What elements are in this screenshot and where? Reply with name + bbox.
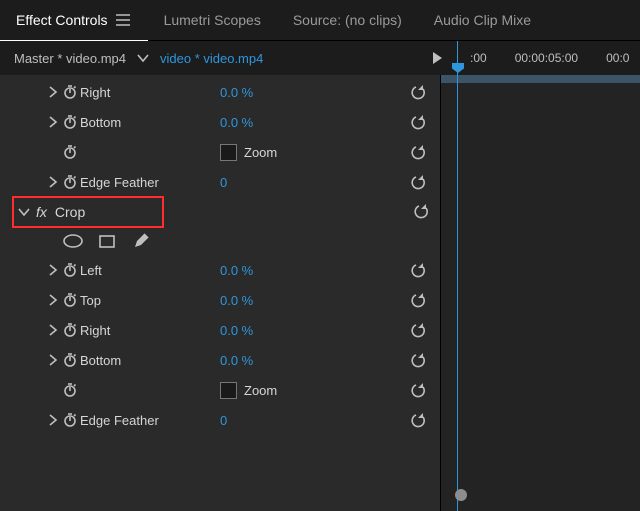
param-name: Bottom bbox=[80, 115, 121, 130]
chevron-right-icon[interactable] bbox=[46, 323, 60, 337]
tab-source[interactable]: Source: (no clips) bbox=[277, 0, 418, 40]
chevron-right-icon[interactable] bbox=[46, 115, 60, 129]
reset-icon[interactable] bbox=[408, 382, 430, 398]
fx-badge-icon: fx bbox=[36, 204, 47, 220]
tab-effect-controls[interactable]: Effect Controls bbox=[0, 0, 148, 42]
stopwatch-icon[interactable] bbox=[60, 322, 80, 338]
mask-shape-row bbox=[0, 227, 440, 255]
param-row-bottom: Bottom 0.0 % bbox=[0, 345, 440, 375]
stopwatch-icon[interactable] bbox=[60, 174, 80, 190]
param-row-left: Left 0.0 % bbox=[0, 255, 440, 285]
panel-tab-bar: Effect Controls Lumetri Scopes Source: (… bbox=[0, 0, 640, 41]
reset-icon[interactable] bbox=[408, 174, 430, 190]
reset-icon[interactable] bbox=[408, 262, 430, 278]
timeline-zoom-knob[interactable] bbox=[455, 489, 467, 501]
param-row-zoom: Zoom bbox=[0, 137, 440, 167]
tab-label: Audio Clip Mixe bbox=[434, 12, 531, 28]
tab-lumetri-scopes[interactable]: Lumetri Scopes bbox=[148, 0, 277, 40]
chevron-right-icon[interactable] bbox=[46, 85, 60, 99]
tab-audio-clip-mixer[interactable]: Audio Clip Mixe bbox=[418, 0, 547, 40]
chevron-right-icon[interactable] bbox=[46, 353, 60, 367]
param-value[interactable]: 0.0 % bbox=[220, 323, 253, 338]
reset-icon[interactable] bbox=[408, 412, 430, 428]
zoom-checkbox[interactable] bbox=[220, 382, 237, 399]
reset-icon[interactable] bbox=[408, 292, 430, 308]
time-tick: :00 bbox=[470, 51, 487, 65]
chevron-right-icon[interactable] bbox=[46, 175, 60, 189]
zoom-checkbox[interactable] bbox=[220, 144, 237, 161]
stopwatch-icon[interactable] bbox=[60, 114, 80, 130]
main-split: Right 0.0 % Bottom 0.0 % Zoom bbox=[0, 75, 640, 511]
rectangle-mask-icon[interactable] bbox=[96, 232, 118, 250]
param-row-edge-feather: Edge Feather 0 bbox=[0, 167, 440, 197]
reset-icon[interactable] bbox=[408, 144, 430, 160]
master-clip-label: Master * video.mp4 bbox=[14, 51, 126, 66]
timeline-clip-zone bbox=[441, 75, 640, 83]
param-name: Edge Feather bbox=[80, 413, 159, 428]
time-tick: 00:00:05:00 bbox=[515, 51, 578, 65]
reset-icon[interactable] bbox=[408, 84, 430, 100]
timeline-ruler[interactable]: :00 00:00:05:00 00:0 bbox=[454, 51, 640, 65]
time-tick: 00:0 bbox=[606, 51, 629, 65]
tab-label: Lumetri Scopes bbox=[164, 12, 261, 28]
param-value[interactable]: 0.0 % bbox=[220, 85, 253, 100]
reset-icon[interactable] bbox=[414, 203, 430, 222]
playhead[interactable] bbox=[457, 41, 458, 511]
param-row-edge-feather: Edge Feather 0 bbox=[0, 405, 440, 435]
stopwatch-icon[interactable] bbox=[60, 262, 80, 278]
param-name: Left bbox=[80, 263, 102, 278]
param-value[interactable]: 0.0 % bbox=[220, 353, 253, 368]
param-value[interactable]: 0 bbox=[220, 413, 227, 428]
stopwatch-icon[interactable] bbox=[60, 292, 80, 308]
param-name: Right bbox=[80, 323, 110, 338]
ellipse-mask-icon[interactable] bbox=[62, 232, 84, 250]
play-icon[interactable] bbox=[430, 50, 444, 66]
param-name: Edge Feather bbox=[80, 175, 159, 190]
reset-icon[interactable] bbox=[408, 322, 430, 338]
effect-controls-panel: Effect Controls Lumetri Scopes Source: (… bbox=[0, 0, 640, 511]
reset-icon[interactable] bbox=[408, 114, 430, 130]
zoom-label: Zoom bbox=[244, 145, 277, 160]
param-row-bottom: Bottom 0.0 % bbox=[0, 107, 440, 137]
zoom-label: Zoom bbox=[244, 383, 277, 398]
effect-section-crop[interactable]: fx Crop bbox=[0, 197, 440, 227]
panel-menu-icon[interactable] bbox=[114, 13, 132, 27]
stopwatch-icon[interactable] bbox=[60, 144, 80, 160]
tab-label: Source: (no clips) bbox=[293, 12, 402, 28]
parameters-column: Right 0.0 % Bottom 0.0 % Zoom bbox=[0, 75, 440, 511]
clip-header-row: Master * video.mp4 video * video.mp4 :00… bbox=[0, 41, 640, 75]
param-value[interactable]: 0.0 % bbox=[220, 293, 253, 308]
stopwatch-icon[interactable] bbox=[60, 352, 80, 368]
tab-label: Effect Controls bbox=[16, 12, 108, 28]
clip-name-link[interactable]: video * video.mp4 bbox=[160, 51, 263, 66]
chevron-right-icon[interactable] bbox=[46, 413, 60, 427]
param-value[interactable]: 0.0 % bbox=[220, 263, 253, 278]
param-row-right: Right 0.0 % bbox=[0, 77, 440, 107]
pen-mask-icon[interactable] bbox=[130, 232, 152, 250]
param-name: Right bbox=[80, 85, 110, 100]
param-row-top: Top 0.0 % bbox=[0, 285, 440, 315]
param-name: Top bbox=[80, 293, 101, 308]
stopwatch-icon[interactable] bbox=[60, 84, 80, 100]
clip-dropdown-icon[interactable] bbox=[134, 51, 152, 65]
param-name: Bottom bbox=[80, 353, 121, 368]
param-row-right: Right 0.0 % bbox=[0, 315, 440, 345]
effect-name: Crop bbox=[55, 204, 85, 220]
reset-icon[interactable] bbox=[408, 352, 430, 368]
stopwatch-icon[interactable] bbox=[60, 412, 80, 428]
stopwatch-icon[interactable] bbox=[60, 382, 80, 398]
param-value[interactable]: 0 bbox=[220, 175, 227, 190]
param-row-zoom: Zoom bbox=[0, 375, 440, 405]
chevron-down-icon[interactable] bbox=[0, 205, 36, 219]
chevron-right-icon[interactable] bbox=[46, 293, 60, 307]
chevron-right-icon[interactable] bbox=[46, 263, 60, 277]
timeline-column[interactable] bbox=[440, 75, 640, 511]
param-value[interactable]: 0.0 % bbox=[220, 115, 253, 130]
